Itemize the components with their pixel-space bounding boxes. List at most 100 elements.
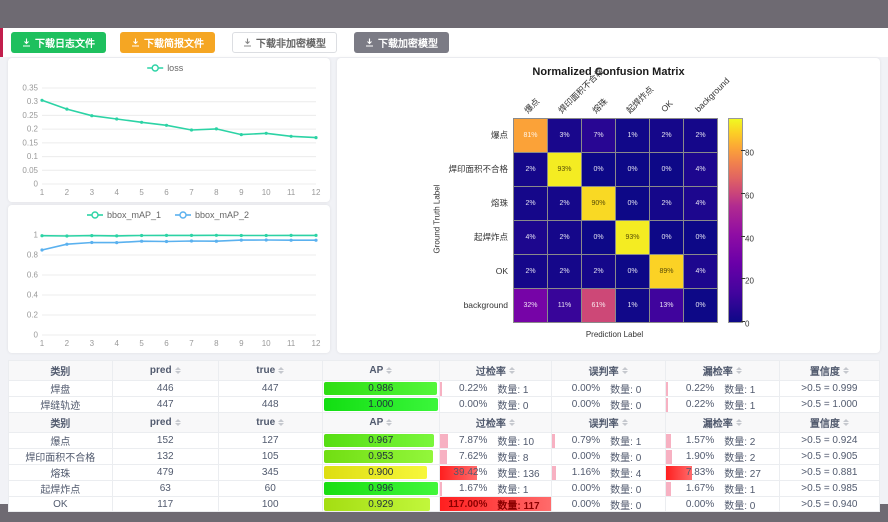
pred-cell: 117 (112, 497, 218, 512)
column-header: 漏检率 (665, 361, 779, 381)
line-chart-canvas[interactable]: 00.20.40.60.81123456789101112bbox_mAP_1b… (8, 205, 330, 353)
class-cell: 焊缝轨迹 (9, 397, 113, 413)
rate-count: 数量: 1 (724, 397, 772, 412)
download-encrypted-model-button[interactable]: 下载加密模型 (354, 32, 449, 53)
column-header-label: 过检率 (476, 415, 506, 430)
download-log-button[interactable]: 下载日志文件 (11, 32, 106, 53)
rate-percent: 0.22% (672, 383, 714, 394)
rate-count: 数量: 0 (724, 497, 772, 512)
true-cell: 105 (218, 449, 322, 465)
column-header: 过检率 (440, 413, 551, 433)
rate-cell: 0.00%数量: 0 (552, 482, 665, 496)
rate-percent: 117.00% (445, 499, 487, 510)
matrix-cell: 2% (548, 221, 581, 254)
rate-cell: 0.22%数量: 1 (666, 382, 779, 396)
confusion-matrix-card: Normalized Confusion Matrix Ground Truth… (337, 58, 880, 353)
confidence-cell: >0.5 = 0.924 (779, 433, 879, 449)
rate-count: 数量: 27 (724, 465, 772, 480)
svg-text:0.15: 0.15 (22, 138, 38, 147)
column-header: 误判率 (551, 361, 665, 381)
svg-text:bbox_mAP_2: bbox_mAP_2 (195, 210, 249, 220)
sort-caret[interactable] (622, 367, 628, 374)
pred-cell: 132 (112, 449, 218, 465)
svg-text:3: 3 (90, 188, 95, 197)
rate-percent: 1.90% (672, 451, 714, 462)
matrix-cell: 90% (582, 187, 615, 220)
column-header-label: 类别 (50, 363, 70, 378)
column-header: 漏检率 (665, 413, 779, 433)
rate-cell: 0.22%数量: 1 (440, 382, 550, 396)
rate-count: 数量: 4 (610, 465, 658, 480)
colorbar-tick-label: 40 (745, 234, 754, 243)
column-header: true (218, 413, 322, 433)
table-row: 焊印面积不合格1321050.9537.62%数量: 80.00%数量: 01.… (9, 449, 880, 465)
svg-text:2: 2 (65, 339, 70, 348)
rate-bar (552, 466, 557, 480)
svg-text:1: 1 (40, 188, 45, 197)
matrix-cell: 2% (650, 119, 683, 152)
sort-caret[interactable] (278, 419, 284, 426)
sort-caret[interactable] (175, 419, 181, 426)
button-label: 下载简报文件 (144, 35, 204, 50)
matrix-cell: 2% (650, 187, 683, 220)
rate-bar (666, 450, 672, 464)
pred-cell: 446 (112, 381, 218, 397)
rate-bar (666, 482, 672, 496)
matrix-cell: 0% (582, 153, 615, 186)
matrix-cell: 0% (616, 187, 649, 220)
sort-caret[interactable] (736, 367, 742, 374)
rate-cell: 7.62%数量: 8 (440, 450, 550, 464)
svg-text:7: 7 (189, 339, 194, 348)
rate-count: 数量: 10 (497, 433, 545, 448)
column-header-label: AP (369, 365, 383, 376)
summary-table-defects: 类别predtrueAP过检率误判率漏检率置信度爆点1521270.9677.8… (8, 412, 880, 512)
rate-count: 数量: 117 (497, 497, 545, 512)
matrix-cell: 1% (616, 119, 649, 152)
sort-caret[interactable] (386, 367, 392, 374)
ap-cell: 0.986 (324, 382, 439, 395)
rate-bar (552, 434, 555, 448)
sort-caret[interactable] (622, 419, 628, 426)
sort-caret[interactable] (509, 367, 515, 374)
rate-cell: 7.83%数量: 27 (666, 466, 779, 480)
sort-caret[interactable] (736, 419, 742, 426)
summary-table-primary: 类别predtrueAP过检率误判率漏检率置信度焊盘4464470.9860.2… (8, 360, 880, 413)
bbox-map-chart[interactable]: 00.20.40.60.81123456789101112bbox_mAP_1b… (8, 205, 330, 358)
svg-text:0.1: 0.1 (27, 152, 39, 161)
rate-count: 数量: 136 (497, 465, 545, 480)
toolbar: 下载日志文件 下载简报文件 下载非加密模型下载加密模型 (0, 28, 888, 57)
matrix-cell: 81% (514, 119, 547, 152)
true-cell: 447 (218, 381, 322, 397)
sort-caret[interactable] (843, 419, 849, 426)
rate-cell: 1.67%数量: 1 (666, 482, 779, 496)
column-header: true (218, 361, 322, 381)
rate-percent: 0.00% (558, 383, 600, 394)
sort-caret[interactable] (843, 367, 849, 374)
ap-cell: 0.967 (324, 434, 439, 447)
class-cell: 焊盘 (9, 381, 113, 397)
line-chart-canvas[interactable]: 00.050.10.150.20.250.30.3512345678910111… (8, 58, 330, 202)
sort-caret[interactable] (509, 419, 515, 426)
rate-cell: 39.42%数量: 136 (440, 466, 550, 480)
sort-caret[interactable] (175, 367, 181, 374)
svg-text:loss: loss (167, 63, 184, 73)
svg-text:0.8: 0.8 (27, 251, 39, 260)
column-header: pred (112, 361, 218, 381)
ap-value: 0.929 (324, 498, 439, 511)
download-report-button[interactable]: 下载简报文件 (120, 32, 215, 53)
pred-cell: 152 (112, 433, 218, 449)
download-unencrypted-model-button[interactable]: 下载非加密模型 (232, 32, 337, 53)
column-header: 过检率 (440, 361, 551, 381)
rate-percent: 1.16% (558, 467, 600, 478)
rate-cell: 0.00%数量: 0 (552, 382, 665, 396)
confusion-matrix-title: Normalized Confusion Matrix (337, 66, 880, 78)
rate-bar (666, 434, 671, 448)
column-header-label: 类别 (50, 415, 70, 430)
svg-text:2: 2 (65, 188, 70, 197)
sort-caret[interactable] (386, 419, 392, 426)
loss-chart[interactable]: 00.050.10.150.20.250.30.3512345678910111… (8, 58, 330, 207)
rate-bar (666, 382, 668, 396)
sort-caret[interactable] (278, 367, 284, 374)
rate-percent: 0.00% (558, 499, 600, 510)
class-cell: 熔珠 (9, 465, 113, 481)
